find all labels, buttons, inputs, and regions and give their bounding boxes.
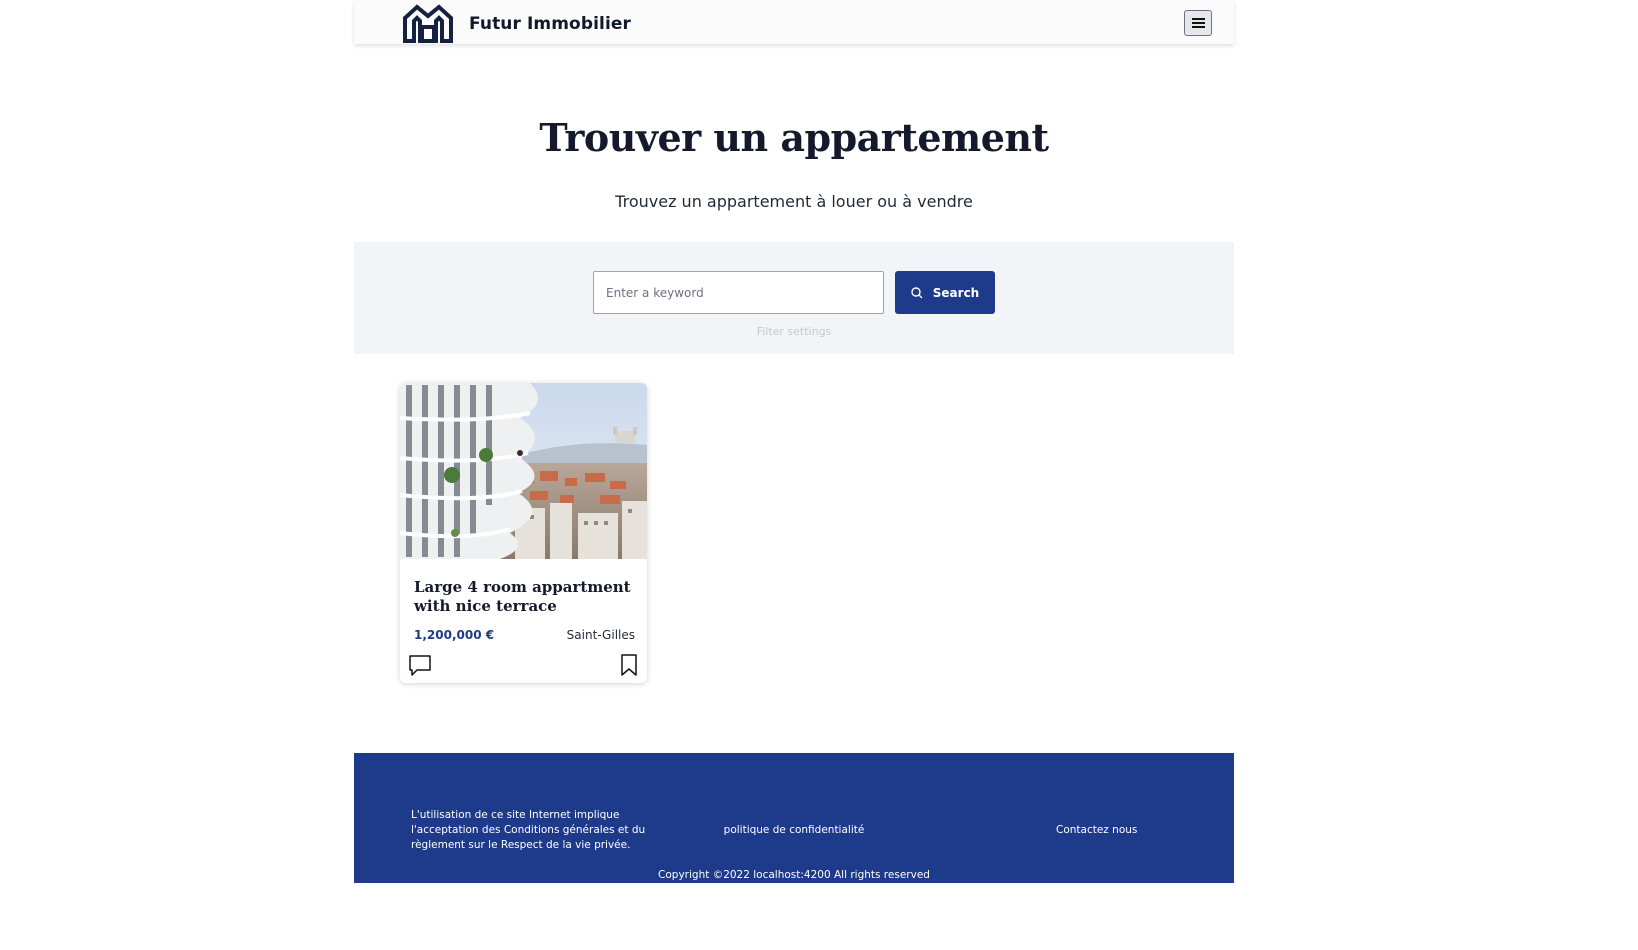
- listing-location: Saint-Gilles: [566, 628, 635, 642]
- navbar: Futur Immobilier: [354, 0, 1234, 44]
- hamburger-line: [1192, 22, 1205, 24]
- footer: L'utilisation de ce site Internet impliq…: [354, 753, 1234, 883]
- search-section: Search Filter settings: [354, 242, 1234, 354]
- search-input[interactable]: [593, 271, 884, 314]
- footer-contact-wrapper: Contactez nous: [1056, 824, 1137, 836]
- privacy-policy-link[interactable]: politique de confidentialité: [724, 824, 865, 836]
- page-subtitle: Trouvez un appartement à louer ou à vend…: [615, 192, 973, 211]
- search-button[interactable]: Search: [895, 271, 995, 314]
- brand-name[interactable]: Futur Immobilier: [469, 14, 631, 34]
- search-icon: [911, 286, 923, 298]
- contact-link[interactable]: Contactez nous: [1056, 824, 1137, 836]
- copyright-text: Copyright ©2022 localhost:4200 All right…: [658, 869, 930, 881]
- hamburger-line: [1192, 26, 1205, 28]
- bookmark-icon[interactable]: [619, 653, 639, 677]
- filter-settings-link[interactable]: Filter settings: [354, 325, 1234, 338]
- page-title: Trouver un appartement: [539, 115, 1049, 160]
- listing-title[interactable]: Large 4 room appartment with nice terrac…: [414, 578, 639, 616]
- listing-price: 1,200,000 €: [414, 628, 495, 642]
- menu-button[interactable]: [1184, 10, 1212, 36]
- hamburger-menu-icon: [1192, 18, 1205, 20]
- page: Futur Immobilier Trouver un appartement …: [354, 0, 1234, 883]
- house-logo-icon[interactable]: [402, 3, 454, 43]
- footer-terms-text: L'utilisation de ce site Internet impliq…: [411, 809, 646, 851]
- comment-icon[interactable]: [408, 653, 432, 677]
- listing-card[interactable]: Large 4 room appartment with nice terrac…: [400, 383, 647, 683]
- listing-image: [400, 383, 647, 559]
- search-button-label: Search: [932, 285, 980, 300]
